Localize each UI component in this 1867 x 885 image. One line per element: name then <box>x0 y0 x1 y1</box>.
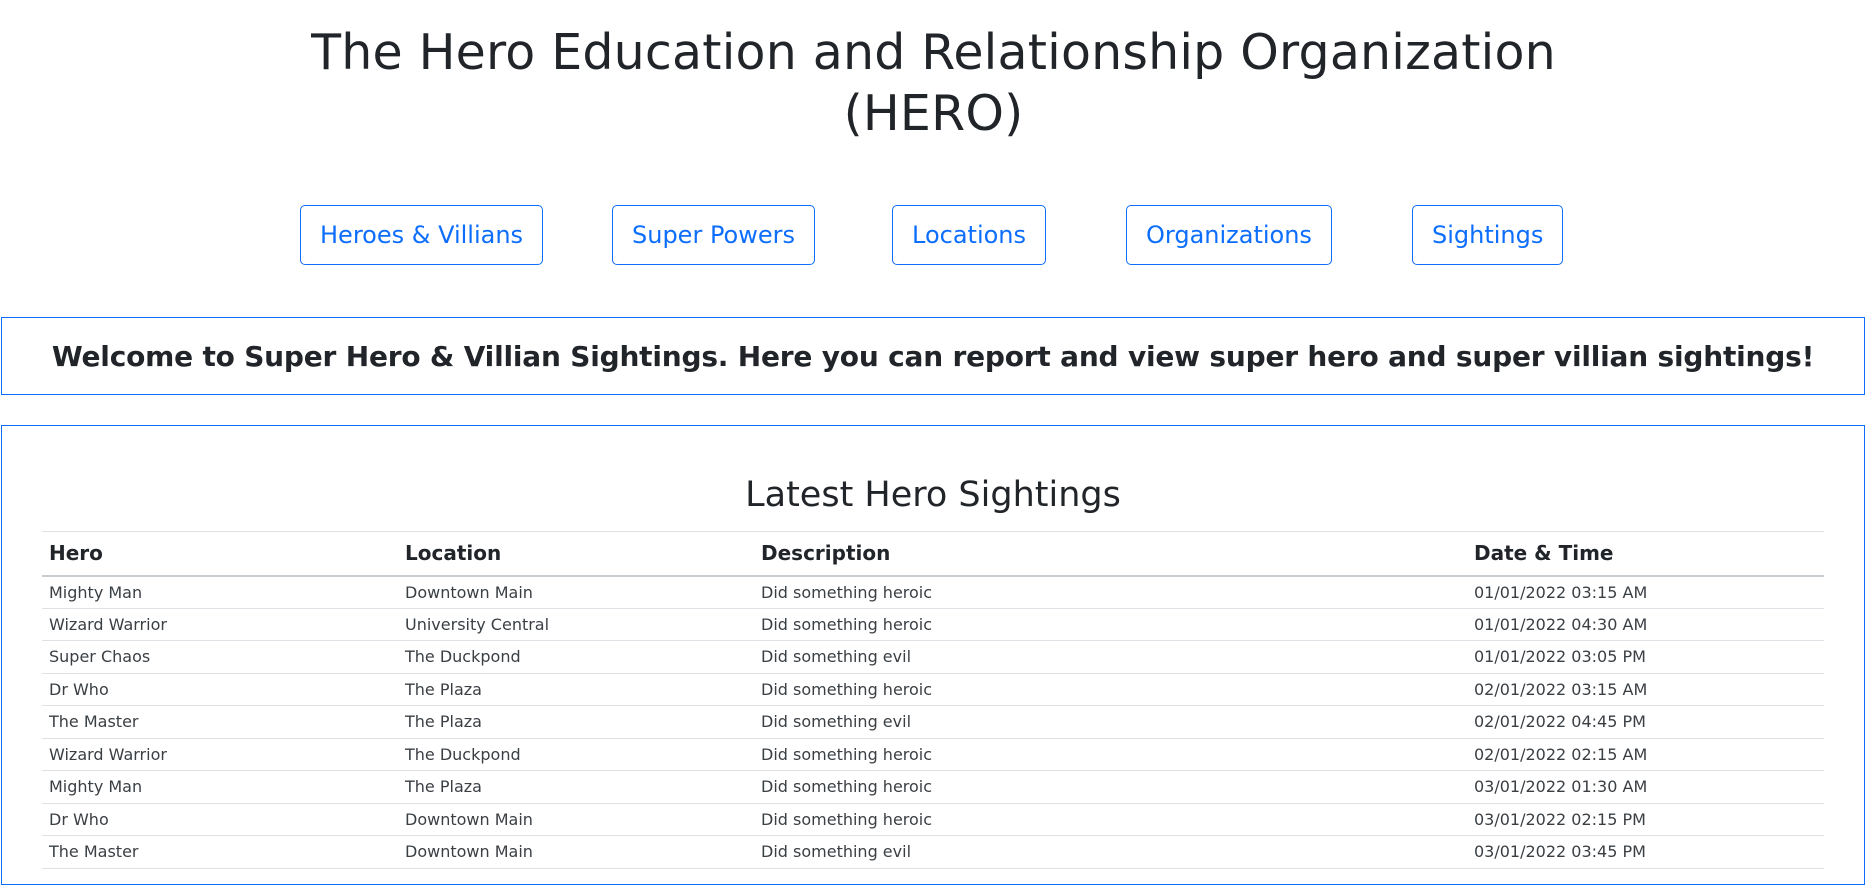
latest-sightings-panel: Latest Hero Sightings Hero Location Desc… <box>1 425 1865 885</box>
welcome-banner: Welcome to Super Hero & Villian Sighting… <box>1 317 1865 395</box>
nav-locations-button[interactable]: Locations <box>892 205 1047 265</box>
cell-location: The Plaza <box>405 679 482 699</box>
nav-heroes-villians-button[interactable]: Heroes & Villians <box>300 205 544 265</box>
cell-date-time: 03/01/2022 01:30 AM <box>1474 777 1648 797</box>
cell-date-time: 01/01/2022 03:05 PM <box>1474 647 1646 667</box>
cell-date-time: 03/01/2022 03:45 PM <box>1474 842 1646 862</box>
cell-hero: Dr Who <box>49 679 109 699</box>
cell-location: Downtown Main <box>405 842 533 862</box>
column-header-date-time: Date & Time <box>1474 541 1614 566</box>
cell-date-time: 03/01/2022 02:15 PM <box>1474 809 1646 829</box>
nav-super-powers-button[interactable]: Super Powers <box>612 205 816 265</box>
cell-location: The Duckpond <box>405 647 521 667</box>
welcome-text: Welcome to Super Hero & Villian Sighting… <box>51 339 1815 373</box>
sightings-title: Latest Hero Sightings <box>745 475 1121 515</box>
cell-description: Did something evil <box>761 842 912 862</box>
cell-date-time: 02/01/2022 04:45 PM <box>1474 712 1646 732</box>
table-row: Dr Who Downtown Main Did something heroi… <box>42 803 1824 836</box>
cell-location: The Plaza <box>405 777 482 797</box>
cell-hero: Mighty Man <box>49 777 143 797</box>
cell-hero: Super Chaos <box>49 647 151 667</box>
cell-hero: Dr Who <box>49 809 109 829</box>
sightings-table-header: Hero Location Description Date & Time <box>42 531 1824 576</box>
cell-location: The Duckpond <box>405 744 521 764</box>
table-row: Dr Who The Plaza Did something heroic 02… <box>42 673 1824 706</box>
cell-description: Did something evil <box>761 647 912 667</box>
table-row: Mighty Man Downtown Main Did something h… <box>42 576 1824 608</box>
cell-date-time: 02/01/2022 03:15 AM <box>1474 679 1648 699</box>
cell-hero: Wizard Warrior <box>49 614 167 634</box>
cell-hero: The Master <box>49 712 139 732</box>
column-header-location: Location <box>405 541 502 566</box>
cell-hero: Wizard Warrior <box>49 744 167 764</box>
nav-sightings-button[interactable]: Sightings <box>1412 205 1564 265</box>
cell-location: Downtown Main <box>405 809 533 829</box>
table-row: The Master Downtown Main Did something e… <box>42 836 1824 868</box>
table-row: Super Chaos The Duckpond Did something e… <box>42 641 1824 673</box>
page-title-line2: (HERO) <box>843 85 1024 142</box>
main-nav: Heroes & Villians Super Powers Locations… <box>0 205 1867 267</box>
cell-date-time: 02/01/2022 02:15 AM <box>1474 744 1648 764</box>
cell-description: Did something heroic <box>761 744 933 764</box>
cell-hero: Mighty Man <box>49 582 143 602</box>
table-row: Wizard Warrior The Duckpond Did somethin… <box>42 738 1824 771</box>
header-row: Hero Location Description Date & Time <box>42 531 1824 576</box>
page-title-line1: The Hero Education and Relationship Orga… <box>311 24 1556 81</box>
table-row: Wizard Warrior University Central Did so… <box>42 608 1824 641</box>
cell-location: Downtown Main <box>405 582 533 602</box>
cell-description: Did something heroic <box>761 679 933 699</box>
cell-description: Did something evil <box>761 712 912 732</box>
table-row: The Master The Plaza Did something evil … <box>42 706 1824 738</box>
cell-location: University Central <box>405 614 550 634</box>
cell-description: Did something heroic <box>761 582 933 602</box>
cell-date-time: 01/01/2022 04:30 AM <box>1474 614 1648 634</box>
sightings-table-body: Mighty Man Downtown Main Did something h… <box>42 576 1824 868</box>
cell-location: The Plaza <box>405 712 482 732</box>
column-header-description: Description <box>761 541 891 566</box>
column-header-hero: Hero <box>49 541 103 566</box>
cell-description: Did something heroic <box>761 614 933 634</box>
page-title: The Hero Education and Relationship Orga… <box>0 0 1867 144</box>
cell-description: Did something heroic <box>761 777 933 797</box>
cell-date-time: 01/01/2022 03:15 AM <box>1474 582 1648 602</box>
nav-organizations-button[interactable]: Organizations <box>1126 205 1332 265</box>
cell-description: Did something heroic <box>761 809 933 829</box>
table-row: Mighty Man The Plaza Did something heroi… <box>42 771 1824 803</box>
sightings-table: Hero Location Description Date & Time Mi… <box>42 531 1824 869</box>
cell-hero: The Master <box>49 842 139 862</box>
